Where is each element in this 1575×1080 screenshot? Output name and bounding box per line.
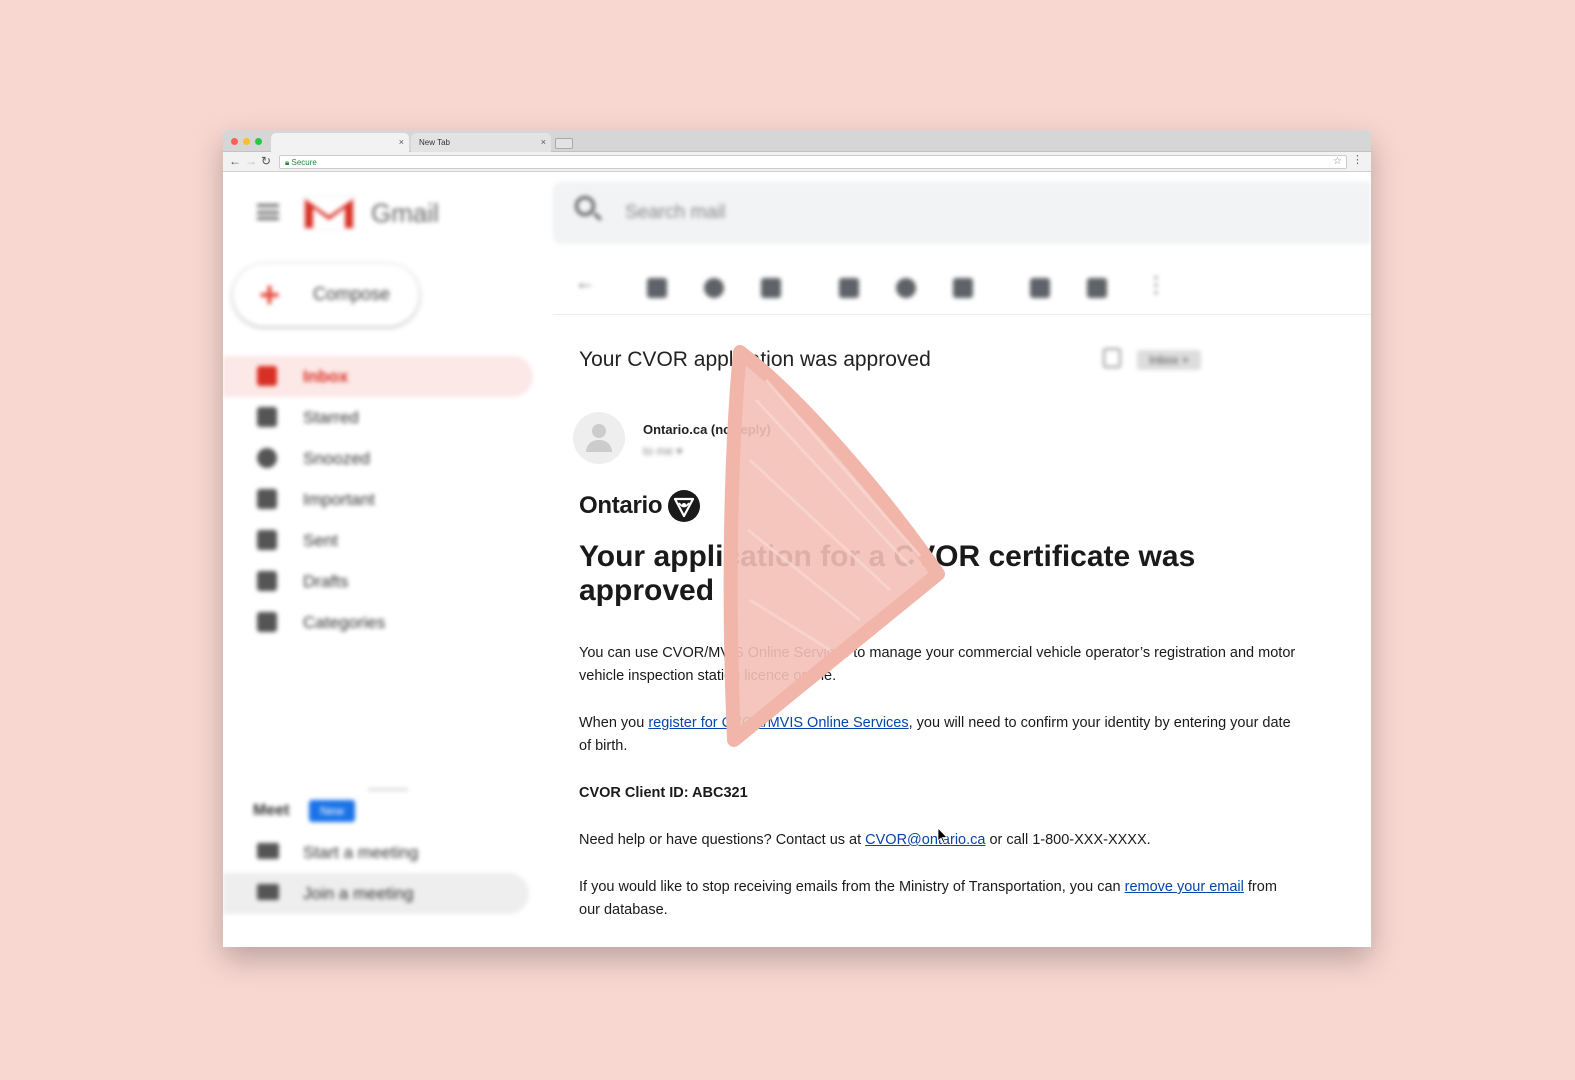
delete-icon[interactable] — [761, 278, 781, 298]
sidebar-item-label: Important — [303, 490, 375, 509]
new-tab-button[interactable] — [555, 138, 573, 149]
send-icon — [257, 530, 277, 550]
close-window-button[interactable] — [231, 138, 238, 145]
report-spam-icon[interactable] — [704, 278, 724, 298]
gmail-app: Gmail + Compose Inbox Starred Snoozed Im… — [223, 172, 1371, 947]
close-tab-icon[interactable]: × — [399, 137, 404, 147]
maximize-window-button[interactable] — [255, 138, 262, 145]
divider — [553, 314, 1371, 315]
sidebar-item-label: Inbox — [303, 367, 349, 386]
email-body: You can use CVOR/MVIS Online Services to… — [579, 642, 1299, 946]
sidebar-item-starred[interactable]: Starred — [223, 397, 533, 438]
minimize-window-button[interactable] — [243, 138, 250, 145]
sidebar-item-important[interactable]: Important — [223, 479, 533, 520]
tab-label: New Tab — [419, 138, 450, 147]
sidebar-item-label: Starred — [303, 408, 359, 427]
email-subject: Your CVOR application was approved — [579, 348, 931, 371]
star-icon — [257, 407, 277, 427]
sidebar-item-drafts[interactable]: Drafts — [223, 561, 533, 602]
address-bar[interactable]: 🔒︎ Secure ☆ — [279, 155, 1347, 169]
inbox-label-chip[interactable]: Inbox × — [1137, 350, 1201, 370]
new-badge: New — [309, 800, 355, 822]
mouse-cursor-icon — [938, 828, 948, 844]
label-as-icon[interactable] — [1087, 278, 1107, 298]
search-input[interactable]: Search mail — [625, 202, 725, 224]
browser-menu-icon[interactable]: ⋮ — [1352, 153, 1363, 166]
tab-new-tab[interactable]: New Tab × — [411, 133, 551, 152]
sidebar-item-label: Drafts — [303, 572, 349, 591]
label-icon — [257, 612, 277, 632]
sidebar: Gmail + Compose Inbox Starred Snoozed Im… — [223, 172, 553, 947]
remove-email-link[interactable]: remove your email — [1125, 879, 1244, 895]
body-paragraph: If you would like to stop receiving emai… — [579, 876, 1299, 922]
start-meeting-item[interactable]: Start a meeting — [223, 832, 529, 873]
compose-label: Compose — [313, 284, 391, 304]
reload-icon[interactable]: ↻ — [261, 154, 271, 168]
sidebar-item-sent[interactable]: Sent — [223, 520, 533, 561]
archive-icon[interactable] — [647, 278, 667, 298]
sender-avatar — [573, 412, 625, 464]
trillium-icon — [668, 490, 701, 522]
forward-icon[interactable]: → — [245, 154, 257, 168]
register-link[interactable]: register for CVOR/MVIS Online Services — [648, 715, 908, 731]
important-icon — [257, 489, 277, 509]
body-paragraph: When you register for CVOR/MVIS Online S… — [579, 712, 1299, 758]
text: If you would like to stop receiving emai… — [579, 879, 1125, 895]
lock-icon: 🔒︎ — [285, 158, 290, 167]
video-icon — [257, 843, 279, 859]
sender-name: Ontario.ca (no-reply) — [643, 422, 771, 437]
compose-button[interactable]: + Compose — [233, 264, 419, 326]
mark-unread-icon[interactable] — [839, 278, 859, 298]
message-toolbar: ← ⋮ — [553, 270, 1371, 310]
important-marker-icon[interactable] — [1103, 348, 1121, 368]
gmail-wordmark: Gmail — [371, 198, 439, 228]
tab-gmail[interactable]: × — [271, 133, 409, 152]
browser-window: × New Tab × ← → ↻ 🔒︎ Secure ☆ ⋮ Gmail + — [223, 130, 1371, 947]
meet-item-label: Start a meeting — [303, 843, 419, 862]
client-id: CVOR Client ID: ABC321 — [579, 785, 748, 801]
search-icon[interactable] — [575, 196, 595, 216]
close-tab-icon[interactable]: × — [541, 137, 546, 147]
add-task-icon[interactable] — [953, 278, 973, 298]
divider — [368, 788, 408, 791]
sidebar-item-inbox[interactable]: Inbox — [223, 356, 533, 397]
folder-list: Inbox Starred Snoozed Important Sent Dra… — [223, 356, 533, 643]
sidebar-item-label: Snoozed — [303, 449, 371, 468]
meet-item-label: Join a meeting — [303, 884, 414, 903]
join-meeting-item[interactable]: Join a meeting — [223, 873, 529, 914]
browser-toolbar: ← → ↻ 🔒︎ Secure ☆ ⋮ — [223, 152, 1371, 172]
ontario-logo: Ontario — [579, 490, 701, 522]
move-to-icon[interactable] — [1030, 278, 1050, 298]
ontario-wordmark: Ontario — [579, 492, 663, 519]
text: or call 1-800-XXX-XXXX. — [985, 832, 1151, 848]
bookmark-star-icon[interactable]: ☆ — [1333, 156, 1342, 167]
body-paragraph: You can use CVOR/MVIS Online Services to… — [579, 645, 1296, 684]
meet-heading: Meet — [253, 802, 290, 819]
main-menu-icon[interactable] — [257, 204, 279, 220]
back-icon[interactable]: ← — [229, 154, 241, 168]
search-bar[interactable]: Search mail — [553, 182, 1371, 244]
text: Need help or have questions? Contact us … — [579, 832, 866, 848]
secure-label: Secure — [291, 158, 317, 167]
contact-email-link[interactable]: CVOR@ontario.ca — [865, 832, 985, 848]
compose-plus-icon: + — [259, 274, 281, 315]
sidebar-item-label: Categories — [303, 613, 386, 632]
tab-strip: × New Tab × — [223, 130, 1371, 152]
recipient-line[interactable]: to me ▾ — [643, 444, 682, 458]
gmail-logo[interactable] — [303, 196, 355, 230]
keyboard-icon — [257, 884, 279, 900]
more-options-icon[interactable]: ⋮ — [1145, 272, 1167, 297]
email-headline: Your application for a CVOR certificate … — [579, 540, 1196, 607]
sidebar-item-snoozed[interactable]: Snoozed — [223, 438, 533, 479]
sidebar-item-categories[interactable]: Categories — [223, 602, 533, 643]
clock-icon — [257, 448, 277, 468]
inbox-icon — [257, 366, 277, 386]
draft-icon — [257, 571, 277, 591]
snooze-icon[interactable] — [896, 278, 916, 298]
text: When you — [579, 715, 649, 731]
sidebar-item-label: Sent — [303, 531, 338, 550]
back-arrow-icon[interactable]: ← — [575, 272, 595, 294]
